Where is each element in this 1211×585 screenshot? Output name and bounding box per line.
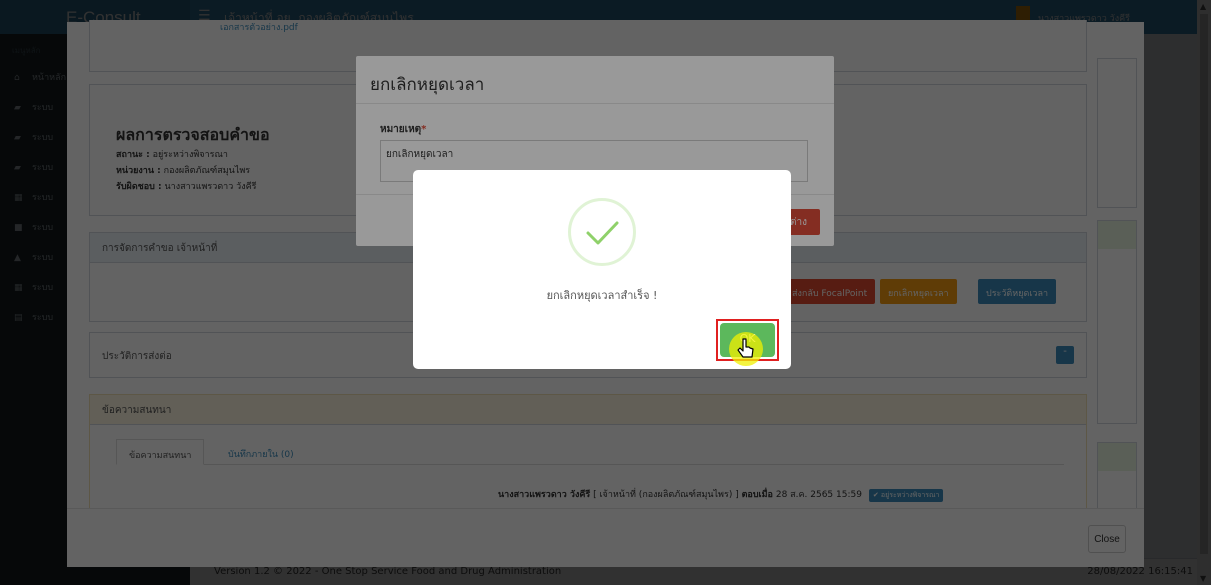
alert-message: ยกเลิกหยุดเวลาสำเร็จ ! <box>546 289 658 302</box>
checkmark-icon <box>586 221 619 245</box>
success-check-icon <box>568 198 636 266</box>
hand-cursor-icon <box>729 332 763 366</box>
